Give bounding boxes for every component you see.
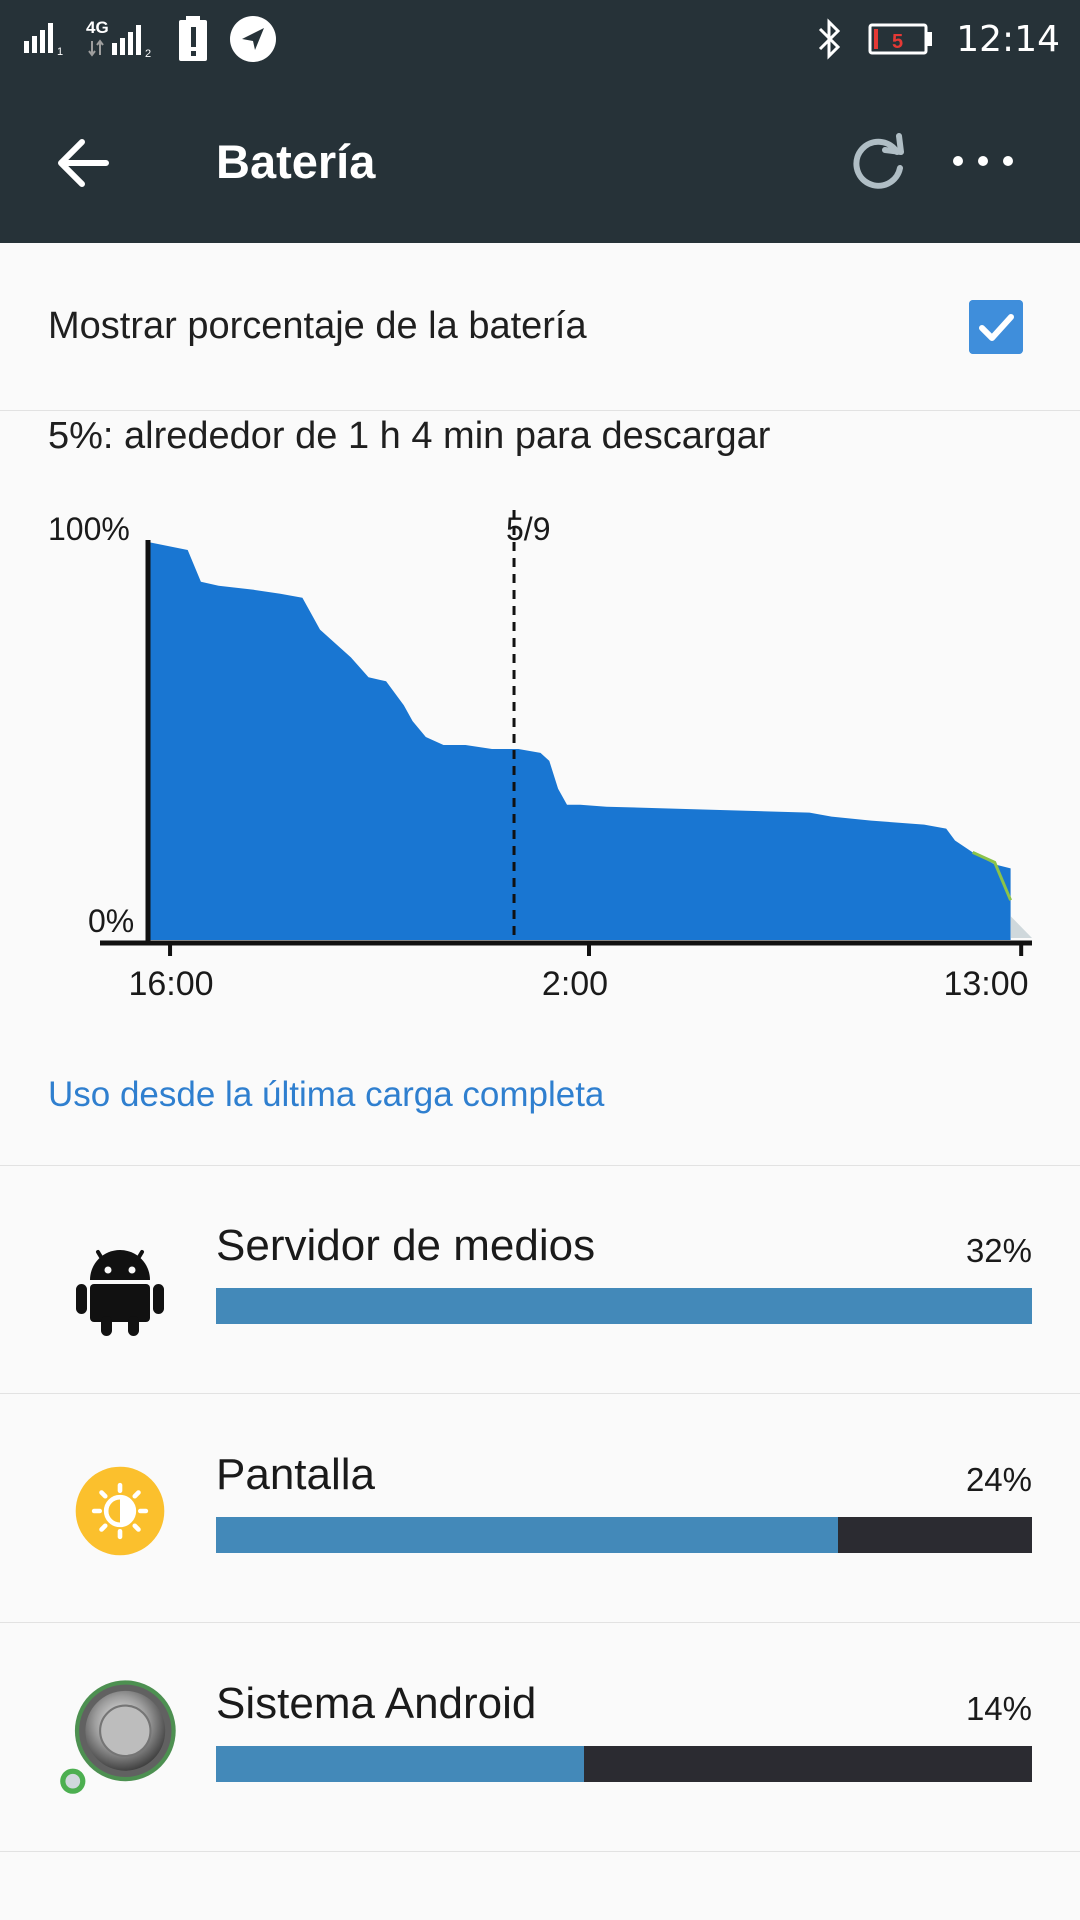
usage-bar-fill xyxy=(216,1517,838,1553)
app-percent: 32% xyxy=(965,1232,1032,1269)
usage-bar xyxy=(216,1517,1032,1553)
system-knob-icon xyxy=(60,1680,176,1794)
app-row-media-server[interactable]: Servidor de medios 32% xyxy=(0,1166,1080,1394)
signal-4g-sim2-icon: 4G 2 xyxy=(86,18,151,60)
network-label: 4G xyxy=(86,18,109,37)
usage-bar-fill xyxy=(216,1746,585,1782)
x-tick-label-end: 13:00 xyxy=(943,965,1028,1003)
app-row-android-system[interactable]: Sistema Android 14% xyxy=(0,1624,1080,1852)
app-row-screen[interactable]: Pantalla 24% xyxy=(0,1395,1080,1623)
app-percent: 24% xyxy=(965,1461,1032,1498)
x-tick-label-start: 16:00 xyxy=(128,965,213,1003)
app-bar: Batería xyxy=(0,78,1080,243)
y-axis-label-0: 0% xyxy=(88,903,134,939)
app-name: Pantalla xyxy=(216,1450,376,1499)
bluetooth-icon xyxy=(819,18,841,60)
signal-sim1-icon: 1 xyxy=(24,23,63,58)
show-percentage-label: Mostrar porcentaje de la batería xyxy=(48,305,587,347)
back-arrow-icon[interactable] xyxy=(50,128,120,198)
app-name: Servidor de medios xyxy=(216,1221,596,1270)
page-title: Batería xyxy=(216,135,376,188)
status-time: 12:14 xyxy=(956,18,1060,60)
usage-bar xyxy=(216,1746,1032,1782)
battery-low-icon: 5 xyxy=(868,23,933,55)
prediction-area xyxy=(1010,916,1032,938)
battery-level-label: 5 xyxy=(892,31,903,53)
refresh-icon[interactable] xyxy=(845,128,911,194)
show-percentage-row[interactable]: Mostrar porcentaje de la batería xyxy=(0,243,1080,411)
usage-bar-fill xyxy=(216,1288,1032,1324)
show-percentage-checkbox[interactable] xyxy=(969,300,1023,354)
usage-since-full-charge-link[interactable]: Uso desde la última carga completa xyxy=(48,1075,604,1115)
app-name: Sistema Android xyxy=(216,1679,537,1728)
usage-bar xyxy=(216,1288,1032,1324)
battery-level-area xyxy=(148,542,1011,940)
sim2-index: 2 xyxy=(145,48,151,60)
android-icon xyxy=(76,1250,164,1336)
brightness-icon xyxy=(75,1466,165,1556)
x-tick-label-middle: 2:00 xyxy=(542,965,608,1003)
navigation-icon xyxy=(230,16,276,62)
battery-history-chart: 100% 0% 5/9 16:00 2:00 13:00 xyxy=(48,510,1032,1003)
app-percent: 14% xyxy=(965,1690,1032,1727)
battery-alert-icon xyxy=(179,16,207,61)
more-options-icon[interactable] xyxy=(948,138,1018,184)
y-axis-label-100: 100% xyxy=(48,511,130,547)
status-bar: 1 4G 2 5 12:14 xyxy=(0,0,1080,78)
discharge-estimate: 5%: alrededor de 1 h 4 min para descarga… xyxy=(48,415,771,457)
sim1-index: 1 xyxy=(57,46,63,58)
